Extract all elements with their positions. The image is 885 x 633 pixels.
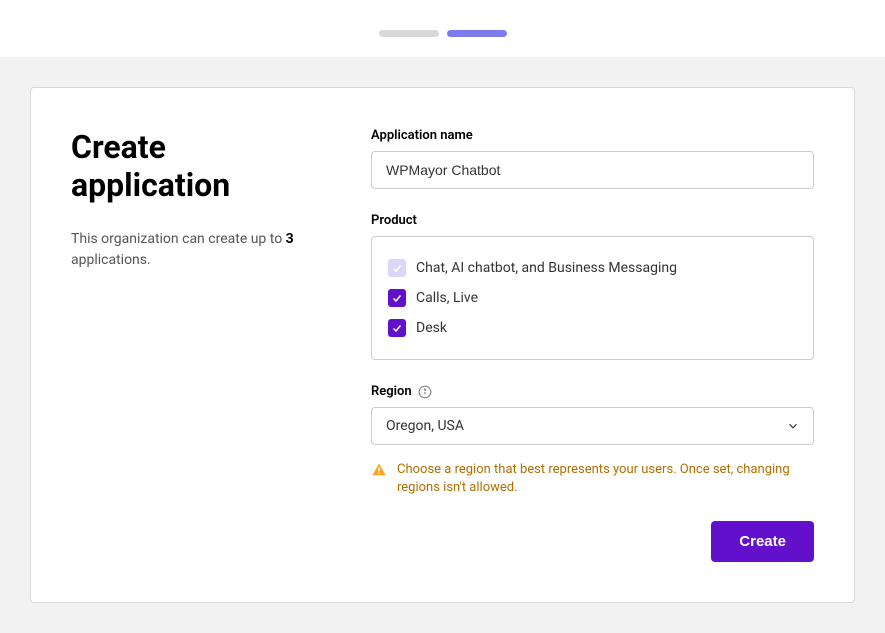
product-options-box: Chat, AI chatbot, and Business Messaging… (371, 236, 814, 360)
checkbox-icon (388, 289, 406, 307)
region-warning: Choose a region that best represents you… (371, 461, 814, 497)
region-warning-text: Choose a region that best represents you… (397, 461, 814, 497)
product-option-label: Chat, AI chatbot, and Business Messaging (416, 260, 677, 276)
app-name-input[interactable] (371, 151, 814, 189)
subtitle-count: 3 (286, 231, 294, 247)
app-name-label: Application name (371, 128, 814, 143)
warning-icon (371, 462, 387, 478)
create-application-card: Create application This organization can… (30, 87, 855, 603)
page-background: Create application This organization can… (0, 57, 885, 633)
progress-bar (0, 0, 885, 57)
product-option-chat[interactable]: Chat, AI chatbot, and Business Messaging (388, 253, 797, 283)
subtitle: This organization can create up to 3 app… (71, 229, 331, 271)
subtitle-post: applications. (71, 252, 151, 268)
region-select[interactable]: Oregon, USA (371, 407, 814, 445)
subtitle-pre: This organization can create up to (71, 231, 286, 247)
checkbox-icon (388, 319, 406, 337)
page-title: Create application (71, 128, 331, 205)
region-label-text: Region (371, 384, 412, 399)
product-label: Product (371, 213, 814, 228)
region-label: Region (371, 384, 814, 399)
progress-step-1 (379, 30, 439, 37)
product-option-calls[interactable]: Calls, Live (388, 283, 797, 313)
checkbox-icon (388, 259, 406, 277)
create-button[interactable]: Create (711, 521, 814, 562)
info-icon (418, 385, 432, 399)
product-option-desk[interactable]: Desk (388, 313, 797, 343)
product-option-label: Calls, Live (416, 290, 478, 306)
form-column: Application name Product Chat, AI chatbo… (371, 128, 814, 562)
button-row: Create (371, 521, 814, 562)
region-select-wrapper: Oregon, USA (371, 407, 814, 445)
left-column: Create application This organization can… (71, 128, 331, 562)
product-option-label: Desk (416, 320, 447, 336)
progress-step-2 (447, 30, 507, 37)
